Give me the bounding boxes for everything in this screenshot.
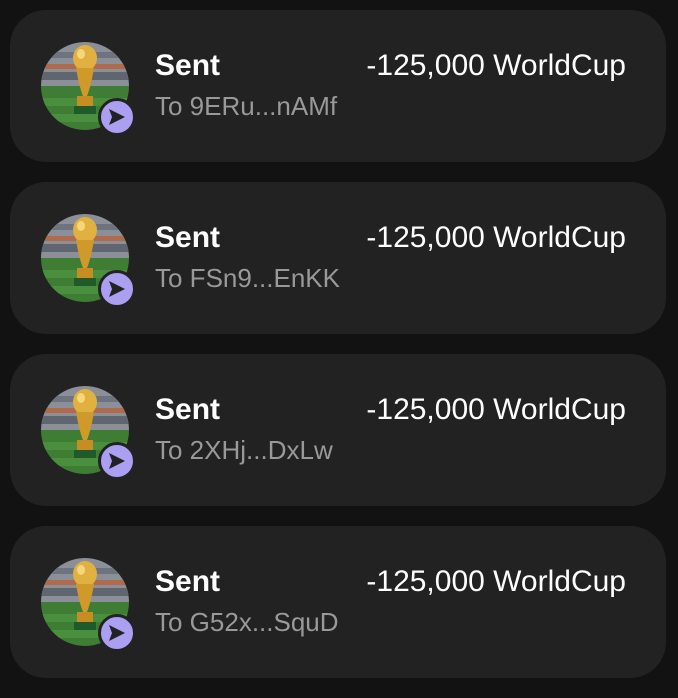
transaction-type: Sent (155, 393, 221, 426)
transaction-recipient: To G52x...SquD (155, 607, 339, 637)
transaction-amount: -125,000 WorldCup (366, 393, 626, 426)
transaction-row[interactable]: Sent -125,000 WorldCup To 2XHj...DxLw (10, 354, 666, 506)
transaction-amount: -125,000 WorldCup (366, 565, 626, 598)
transaction-recipient: To 2XHj...DxLw (155, 435, 333, 465)
transaction-amount: -125,000 WorldCup (366, 221, 626, 254)
send-arrow-icon (98, 270, 136, 308)
transaction-row[interactable]: Sent -125,000 WorldCup To 9ERu...nAMf (10, 10, 666, 162)
send-arrow-icon (98, 98, 136, 136)
send-arrow-icon (98, 614, 136, 652)
transaction-recipient: To 9ERu...nAMf (155, 91, 338, 121)
transaction-amount: -125,000 WorldCup (366, 49, 626, 82)
transaction-type: Sent (155, 565, 221, 598)
transaction-row[interactable]: Sent -125,000 WorldCup To G52x...SquD (10, 526, 666, 678)
transaction-list: Sent -125,000 WorldCup To 9ERu...nAMf Se… (10, 10, 666, 698)
transaction-type: Sent (155, 49, 221, 82)
transaction-row[interactable]: Sent -125,000 WorldCup To FSn9...EnKK (10, 182, 666, 334)
transaction-recipient: To FSn9...EnKK (155, 263, 340, 293)
transaction-type: Sent (155, 221, 221, 254)
send-arrow-icon (98, 442, 136, 480)
